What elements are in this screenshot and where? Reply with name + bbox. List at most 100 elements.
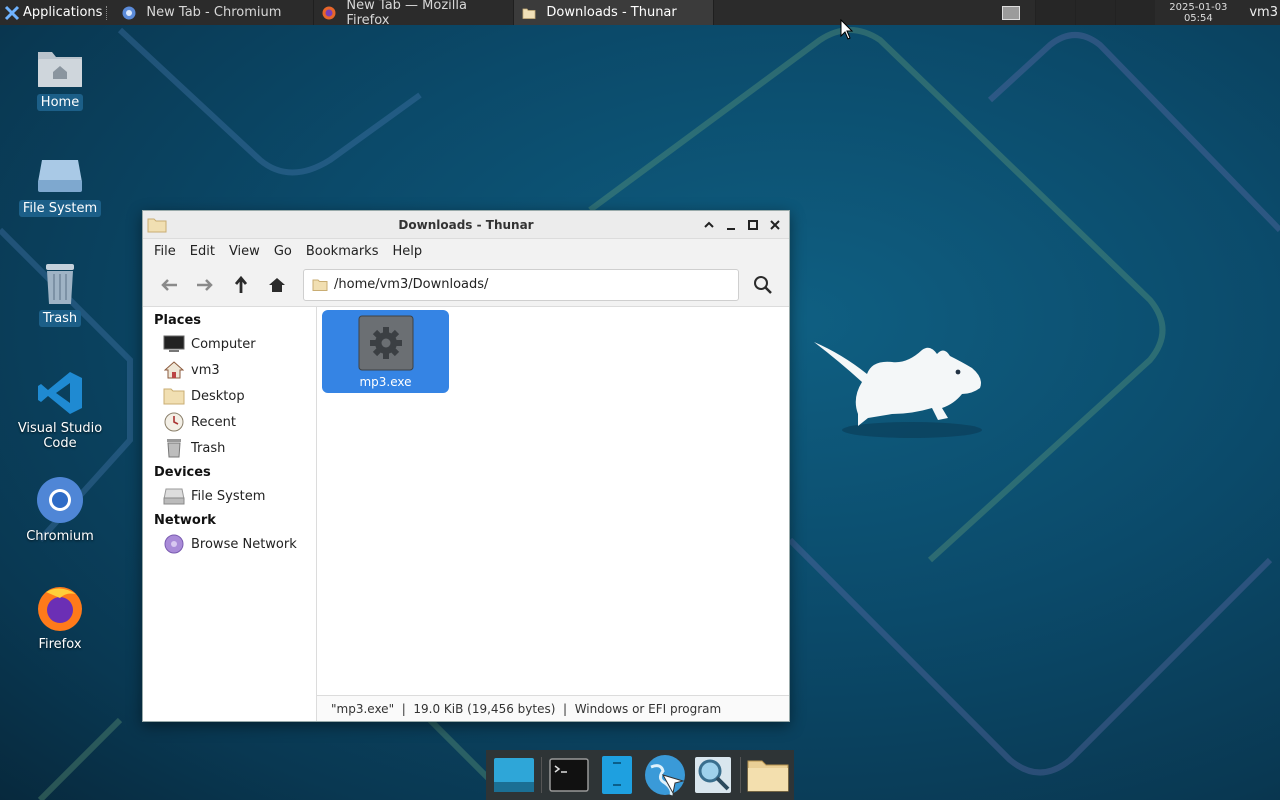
sidebar: Places Computer vm3 Desktop Recent Trash — [143, 307, 317, 721]
home-button[interactable] — [259, 269, 295, 301]
network-heading: Network — [154, 513, 216, 528]
home-icon — [269, 277, 285, 292]
workspace-1[interactable] — [999, 4, 1023, 22]
trash-icon — [46, 264, 74, 304]
menu-help[interactable]: Help — [385, 244, 429, 259]
sidebar-item-computer[interactable]: Computer — [143, 331, 316, 357]
window-titlebar[interactable]: Downloads - Thunar — [143, 211, 789, 239]
terminal-icon — [549, 758, 589, 792]
desktop-icon-chromium[interactable]: Chromium — [10, 476, 110, 545]
toolbar: /home/vm3/Downloads/ — [143, 263, 789, 307]
location-path: /home/vm3/Downloads/ — [334, 277, 489, 292]
dock — [486, 750, 794, 800]
sidebar-item-file-system[interactable]: File System — [143, 483, 316, 509]
executable-gear-icon — [358, 315, 413, 371]
maximize-button[interactable] — [745, 217, 761, 233]
dock-app-finder[interactable] — [689, 751, 737, 799]
menu-bookmarks[interactable]: Bookmarks — [299, 244, 386, 259]
desktop-icon-label: Visual Studio Code — [17, 421, 103, 451]
taskbar-firefox[interactable]: New Tab — Mozilla Firefox — [314, 0, 515, 28]
arrow-right-icon — [197, 278, 213, 291]
folder-icon — [522, 6, 536, 20]
up-button[interactable] — [223, 269, 259, 301]
computer-icon — [163, 334, 185, 354]
desktop-icon-trash[interactable]: Trash — [10, 262, 110, 327]
menu-go[interactable]: Go — [267, 244, 299, 259]
panel-separator — [106, 5, 112, 20]
xfce-mouse-logo — [814, 342, 982, 438]
taskbar-chromium[interactable]: New Tab - Chromium — [114, 0, 315, 25]
sidebar-item-desktop[interactable]: Desktop — [143, 383, 316, 409]
desktop-icon-vscode[interactable]: Visual Studio Code — [10, 370, 110, 452]
dock-web-browser[interactable] — [641, 751, 689, 799]
user-menu[interactable]: vm3 — [1241, 5, 1280, 20]
menu-edit[interactable]: Edit — [183, 244, 222, 259]
mouse-pointer-icon — [840, 19, 854, 40]
workspace-4[interactable] — [1115, 0, 1156, 25]
menu-view[interactable]: View — [222, 244, 267, 259]
taskbar-label: Downloads - Thunar — [546, 5, 677, 20]
desktop-icon-home[interactable]: Home — [10, 46, 110, 111]
arrow-up-icon — [234, 275, 248, 293]
back-button[interactable] — [151, 269, 187, 301]
file-name: mp3.exe — [359, 375, 412, 389]
folder-icon — [147, 218, 167, 232]
dock-file-manager[interactable] — [593, 751, 641, 799]
clock-time: 05:54 — [1183, 12, 1213, 24]
drive-icon — [38, 160, 82, 192]
home-icon — [163, 360, 185, 380]
sidebar-item-label: Trash — [191, 440, 226, 456]
minimize-button[interactable] — [723, 217, 739, 233]
close-button[interactable] — [767, 217, 783, 233]
chromium-icon — [122, 6, 136, 20]
maximize-icon — [748, 219, 758, 230]
home-folder-icon — [38, 52, 82, 87]
network-icon — [163, 534, 185, 554]
taskbar-label: New Tab - Chromium — [146, 5, 282, 20]
dock-folder[interactable] — [744, 751, 792, 799]
applications-menu-button[interactable]: Applications — [0, 0, 106, 25]
sidebar-item-browse-network[interactable]: Browse Network — [143, 531, 316, 557]
menubar: File Edit View Go Bookmarks Help — [143, 239, 789, 263]
status-text: "mp3.exe" | 19.0 KiB (19,456 bytes) | Wi… — [331, 701, 722, 716]
globe-icon — [645, 755, 685, 796]
sidebar-item-recent[interactable]: Recent — [143, 409, 316, 435]
clock-date: 2025-01-03 — [1169, 1, 1228, 13]
minimize-icon — [727, 227, 735, 230]
sidebar-item-label: Recent — [191, 414, 236, 430]
window-title: Downloads - Thunar — [398, 217, 534, 232]
sidebar-item-vm3[interactable]: vm3 — [143, 357, 316, 383]
folder-icon — [312, 279, 328, 291]
dock-show-desktop[interactable] — [490, 751, 538, 799]
dock-terminal[interactable] — [545, 751, 593, 799]
clock[interactable]: 2025-01-03 05:54 — [1155, 2, 1241, 24]
trash-icon — [163, 438, 185, 458]
sidebar-item-label: vm3 — [191, 362, 220, 378]
file-item[interactable]: mp3.exe — [322, 310, 449, 393]
sidebar-item-label: Computer — [191, 336, 256, 352]
vscode-icon — [38, 372, 82, 414]
firefox-icon — [38, 587, 82, 631]
file-view[interactable]: mp3.exe "mp3.exe" | 19.0 KiB (19,456 byt… — [317, 307, 789, 721]
chromium-icon — [37, 477, 83, 523]
desktop-icon — [494, 758, 534, 792]
sidebar-item-label: Desktop — [191, 388, 245, 404]
thunar-window: Downloads - Thunar File Edit View Go Boo… — [142, 210, 790, 722]
magnifier-icon — [695, 757, 731, 793]
workspace-3[interactable] — [1075, 0, 1116, 25]
workspace-2[interactable] — [1035, 0, 1076, 25]
desktop-icon-label: Home — [36, 94, 84, 111]
shade-button[interactable] — [701, 217, 717, 233]
desktop-icon-firefox[interactable]: Firefox — [10, 584, 110, 653]
desktop-icon-label: Trash — [38, 310, 82, 327]
desktop-icon-file-system[interactable]: File System — [10, 156, 110, 217]
taskbar-thunar[interactable]: Downloads - Thunar — [514, 0, 715, 25]
forward-button[interactable] — [187, 269, 223, 301]
location-bar[interactable]: /home/vm3/Downloads/ — [303, 268, 739, 301]
search-button[interactable] — [747, 269, 779, 301]
statusbar: "mp3.exe" | 19.0 KiB (19,456 bytes) | Wi… — [317, 695, 789, 721]
sidebar-item-trash[interactable]: Trash — [143, 435, 316, 461]
arrow-left-icon — [161, 278, 177, 291]
menu-file[interactable]: File — [147, 244, 183, 259]
clock-icon — [163, 412, 185, 432]
